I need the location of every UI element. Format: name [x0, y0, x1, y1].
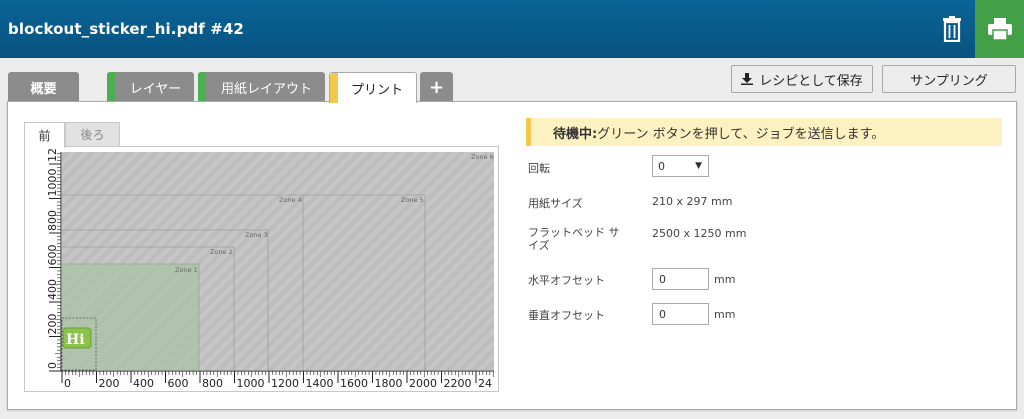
tab-back-label: 後ろ	[80, 128, 105, 142]
zone-2-label: Zone 2	[210, 248, 233, 256]
flatbed-canvas: Zone 1 Zone 2 Zone 3 Zone 4 Zone 5 Zone …	[46, 134, 494, 390]
y-tick-label: 0	[46, 362, 59, 369]
save-recipe-label: レシピとして保存	[759, 73, 863, 89]
flatbed-preview: Zone 1 Zone 2 Zone 3 Zone 4 Zone 5 Zone …	[24, 134, 499, 392]
sampling-label: サンプリング	[910, 73, 988, 89]
flatbed-size-value: 2500 x 1250 mm	[652, 227, 747, 240]
y-tick-label: 200	[46, 314, 59, 335]
h-offset-unit: mm	[714, 273, 736, 286]
status-message: グリーン ボタンを押して、ジョブを送信します。	[597, 126, 885, 142]
title-bar: blockout_sticker_hi.pdf #42	[0, 0, 1024, 58]
tab-paper-layout[interactable]: 用紙レイアウト	[198, 72, 325, 102]
download-icon	[741, 73, 754, 85]
x-axis-ticks: 0 200 400 600 800 1000 1200 1400 1600 1800 2000 220…	[61, 371, 494, 390]
sticker-text: Hi	[66, 332, 85, 348]
delete-button[interactable]	[938, 11, 966, 47]
status-banner: 待機中: グリーン ボタンを押して、ジョブを送信します。	[526, 118, 1002, 146]
status-stripe	[330, 73, 338, 103]
paper-size-label: 用紙サイズ	[528, 197, 583, 210]
zone-5-label: Zone 5	[401, 196, 424, 204]
tab-overview-label: 概要	[30, 81, 57, 97]
zone-6-label: Zone 6	[471, 153, 494, 161]
v-offset-unit: mm	[714, 308, 736, 321]
v-offset-input[interactable]: 0	[652, 303, 709, 325]
page-title: blockout_sticker_hi.pdf #42	[8, 20, 244, 38]
tab-front-label: 前	[38, 129, 51, 143]
tab-front[interactable]: 前	[24, 122, 65, 148]
v-offset-label: 垂直オフセット	[528, 309, 605, 322]
y-tick-label: 1000	[46, 169, 59, 197]
tab-overview[interactable]: 概要	[8, 72, 79, 102]
print-panel: 前 後ろ Zone 1 Zone 2 Zone 3 Zone 4 Zone 5 …	[7, 101, 1017, 410]
zone-4-label: Zone 4	[279, 196, 302, 204]
y-tick-label: 1200	[46, 147, 59, 162]
x-tick-label: 2200	[444, 377, 472, 390]
tab-layers[interactable]: レイヤー	[107, 72, 194, 102]
h-offset-label: 水平オフセット	[528, 274, 605, 287]
chevron-down-icon: ▼	[695, 161, 702, 171]
tab-print-label: プリント	[350, 82, 403, 98]
zone-1-label: Zone 1	[175, 266, 198, 274]
x-tick-label: 0	[64, 377, 71, 390]
rotation-label: 回転	[528, 162, 550, 175]
zone-3-label: Zone 3	[245, 231, 268, 239]
y-tick-label: 800	[46, 210, 59, 231]
plus-icon: +	[428, 76, 445, 98]
status-label: 待機中:	[553, 126, 598, 142]
y-axis-ticks: 0 200 400 600 800 1000 1200	[46, 134, 61, 372]
x-tick-label: 200	[99, 377, 120, 390]
printer-icon	[987, 18, 1012, 41]
x-tick-label: 1200	[271, 377, 299, 390]
zone-1	[62, 264, 199, 370]
print-button[interactable]	[975, 0, 1024, 58]
y-tick-label: 600	[46, 245, 59, 266]
x-tick-label: 800	[202, 377, 223, 390]
h-offset-input[interactable]: 0	[652, 268, 709, 290]
x-tick-label: 1800	[375, 377, 403, 390]
sampling-button[interactable]: サンプリング	[882, 65, 1016, 93]
rotation-select[interactable]: 0 ▼	[652, 155, 709, 177]
x-tick-label: 24	[478, 377, 492, 390]
tab-paper-layout-label: 用紙レイアウト	[220, 81, 312, 97]
rotation-value: 0	[658, 159, 665, 173]
x-tick-label: 2000	[409, 377, 437, 390]
x-tick-label: 400	[133, 377, 154, 390]
save-recipe-button[interactable]: レシピとして保存	[731, 65, 873, 93]
flatbed-size-label: フラットベッド サイズ	[528, 226, 620, 252]
tab-layers-label: レイヤー	[129, 81, 182, 97]
tab-print[interactable]: プリント	[329, 72, 417, 103]
add-tab-button[interactable]: +	[420, 72, 453, 102]
tab-back[interactable]: 後ろ	[65, 122, 120, 147]
status-stripe	[107, 72, 115, 102]
status-stripe	[198, 72, 206, 102]
paper-size-value: 210 x 297 mm	[652, 195, 733, 208]
trash-icon	[943, 16, 961, 42]
x-tick-label: 600	[168, 377, 189, 390]
y-tick-label: 400	[46, 279, 59, 300]
x-tick-label: 1600	[340, 377, 368, 390]
x-tick-label: 1400	[306, 377, 334, 390]
x-tick-label: 1000	[237, 377, 265, 390]
